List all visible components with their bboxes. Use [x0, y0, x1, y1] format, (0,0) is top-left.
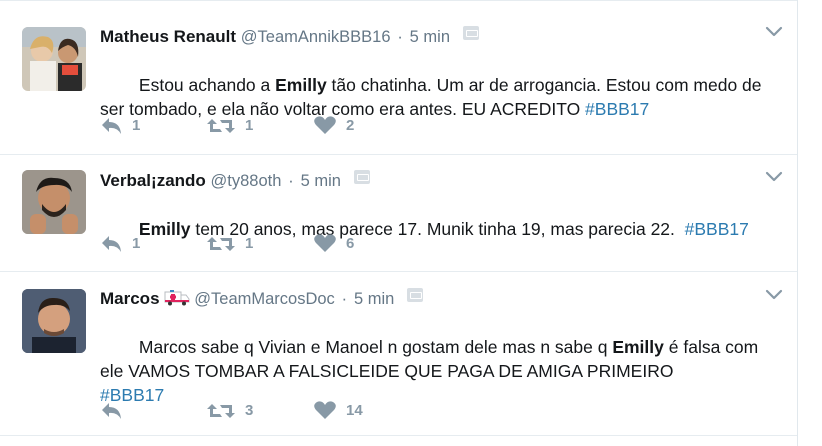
- ambulance-emoji-icon: [164, 290, 190, 306]
- tweet-header: Marcos @TeamMarcosDoc · 5 min: [100, 288, 777, 310]
- retweet-icon: [207, 118, 235, 133]
- like-count: 6: [346, 235, 355, 252]
- separator-dot: ·: [397, 27, 403, 46]
- retweet-button[interactable]: 1: [207, 117, 314, 135]
- heart-icon: [314, 401, 336, 419]
- user-handle[interactable]: @TeamAnnikBBB16: [241, 28, 391, 46]
- tweet-header: Verbal¡zando @ty88oth · 5 min: [100, 170, 777, 192]
- tweet-timestamp[interactable]: 5 min: [301, 172, 341, 190]
- tweet[interactable]: Verbal¡zando @ty88oth · 5 min Emilly tem…: [0, 155, 797, 272]
- retweet-count: 1: [245, 117, 254, 134]
- user-fullname[interactable]: Matheus Renault: [100, 27, 236, 46]
- text-highlight: Emilly: [275, 75, 327, 95]
- reply-icon: [102, 117, 121, 134]
- separator-dot: ·: [288, 171, 294, 190]
- tweet-actions: 1 1 2: [100, 116, 421, 135]
- separator-dot: ·: [341, 289, 348, 308]
- avatar[interactable]: [22, 27, 86, 91]
- tweet-header: Matheus Renault @TeamAnnikBBB16 · 5 min: [100, 26, 777, 48]
- retweet-count: 3: [245, 402, 254, 419]
- media-badge-icon: [353, 170, 370, 184]
- avatar[interactable]: [22, 289, 86, 353]
- tweet-text: Emilly tem 20 anos, mas parece 17. Munik…: [100, 193, 777, 265]
- chevron-down-icon[interactable]: [765, 289, 783, 301]
- user-handle[interactable]: @ty88oth: [211, 172, 282, 190]
- retweet-count: 1: [245, 235, 254, 252]
- hashtag-link[interactable]: #BBB17: [585, 99, 649, 119]
- reply-button[interactable]: 1: [100, 235, 207, 253]
- user-handle[interactable]: @TeamMarcosDoc: [194, 290, 335, 308]
- reply-button[interactable]: [100, 402, 207, 420]
- text-segment: Marcos sabe q Vivian e Manoel n gostam d…: [138, 337, 613, 357]
- user-fullname[interactable]: Marcos: [100, 289, 160, 308]
- tweet-actions: 3 14: [100, 401, 421, 420]
- tweet[interactable]: Marcos @TeamMarcosDoc · 5 min Marcos sab…: [0, 272, 797, 436]
- tweet-actions: 1 1 6: [100, 234, 421, 253]
- retweet-button[interactable]: 1: [207, 235, 314, 253]
- text-highlight: Emilly: [612, 337, 664, 357]
- retweet-icon: [207, 403, 235, 418]
- tweet-timestamp[interactable]: 5 min: [410, 28, 450, 46]
- like-count: 2: [346, 117, 355, 134]
- like-button[interactable]: 14: [314, 401, 421, 420]
- reply-count: 1: [132, 117, 141, 134]
- like-button[interactable]: 6: [314, 234, 421, 253]
- retweet-button[interactable]: 3: [207, 402, 314, 420]
- heart-icon: [314, 234, 336, 252]
- reply-icon: [102, 235, 121, 252]
- timeline: Matheus Renault @TeamAnnikBBB16 · 5 min …: [0, 0, 798, 446]
- like-count: 14: [346, 402, 363, 419]
- avatar[interactable]: [22, 170, 86, 234]
- user-fullname[interactable]: Verbal¡zando: [100, 171, 206, 190]
- media-badge-icon: [407, 288, 424, 302]
- text-segment: Estou achando a: [138, 75, 276, 95]
- tweet[interactable]: Matheus Renault @TeamAnnikBBB16 · 5 min …: [0, 0, 797, 155]
- media-badge-icon: [462, 26, 479, 40]
- reply-count: 1: [132, 235, 141, 252]
- tweet-timestamp[interactable]: 5 min: [354, 290, 394, 308]
- chevron-down-icon[interactable]: [765, 26, 783, 38]
- reply-button[interactable]: 1: [100, 117, 207, 135]
- reply-icon: [102, 402, 121, 419]
- chevron-down-icon[interactable]: [765, 171, 783, 183]
- like-button[interactable]: 2: [314, 116, 421, 135]
- hashtag-link[interactable]: #BBB17: [685, 219, 749, 239]
- heart-icon: [314, 116, 336, 134]
- retweet-icon: [207, 236, 235, 251]
